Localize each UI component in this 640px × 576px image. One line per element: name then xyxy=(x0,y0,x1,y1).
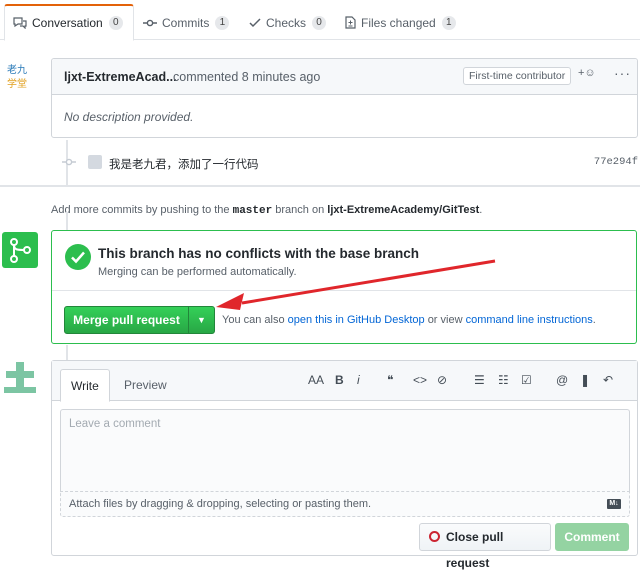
merge-alt-prefix: You can also xyxy=(222,314,285,326)
open-in-desktop-link[interactable]: open this in GitHub Desktop xyxy=(288,314,425,326)
author-avatar[interactable]: 老九 学堂 xyxy=(5,60,37,92)
issue-closed-icon xyxy=(429,531,440,542)
commit-author-avatar[interactable] xyxy=(88,155,102,169)
commit-icon xyxy=(143,19,157,26)
new-comment-editor: Write Preview AA B i ❝ <> ⊘ ☰ ☷ ☑ @ ❚ ↶ … xyxy=(51,360,638,570)
merge-alt-suffix: . xyxy=(592,314,596,326)
comment-button[interactable]: Comment xyxy=(555,523,629,551)
merge-alternatives: You can also open this in GitHub Desktop… xyxy=(222,314,596,326)
push-hint-prefix: Add more commits by pushing to the xyxy=(51,204,230,216)
current-user-avatar[interactable] xyxy=(2,360,38,396)
numbered-list-icon[interactable]: ☷ xyxy=(498,373,509,387)
tab-checks-label: Checks xyxy=(266,15,307,30)
timeline-divider xyxy=(0,185,640,187)
commit-sha[interactable]: 77e294f xyxy=(594,156,638,168)
close-pull-request-label: Close pull request xyxy=(446,530,504,570)
tab-conversation[interactable]: Conversation 0 xyxy=(4,4,134,41)
tab-commits-count: 1 xyxy=(215,15,230,30)
merge-pull-request-button[interactable]: Merge pull request ▼ xyxy=(64,306,215,334)
svg-text:学堂: 学堂 xyxy=(7,77,27,90)
commit-message[interactable]: 我是老九君，添加了一行代码 xyxy=(109,156,259,172)
merge-button-label[interactable]: Merge pull request xyxy=(65,307,189,333)
tab-conversation-count: 0 xyxy=(108,16,123,30)
italic-icon[interactable]: i xyxy=(357,373,360,387)
tab-commits-label: Commits xyxy=(162,15,210,30)
checks-icon xyxy=(249,17,261,27)
comment-body: No description provided. xyxy=(64,110,194,124)
conversation-icon xyxy=(13,17,27,29)
file-diff-icon xyxy=(345,16,356,29)
commit-icon xyxy=(62,158,76,166)
comment-textarea[interactable]: Leave a comment xyxy=(60,409,630,491)
commit-row: 我是老九君，添加了一行代码 77e294f xyxy=(60,152,640,174)
check-icon xyxy=(65,244,91,270)
tab-files-changed-count: 1 xyxy=(441,15,456,30)
attach-files-text: Attach files by dragging & dropping, sel… xyxy=(69,498,372,510)
tab-conversation-label: Conversation xyxy=(32,16,103,30)
branch-name: master xyxy=(232,205,273,217)
merge-alt-middle: or view xyxy=(427,314,463,326)
markdown-icon[interactable]: M↓ xyxy=(607,499,621,509)
bulleted-list-icon[interactable]: ☰ xyxy=(474,373,485,387)
attach-files-bar[interactable]: Attach files by dragging & dropping, sel… xyxy=(60,491,630,517)
push-hint-middle: branch on xyxy=(275,204,325,216)
first-time-contributor-badge: First-time contributor xyxy=(463,67,572,85)
tab-commits[interactable]: Commits 1 xyxy=(143,4,230,41)
more-options-icon[interactable]: ··· xyxy=(614,65,631,81)
mention-icon[interactable]: @ xyxy=(556,373,568,387)
annotation-arrow xyxy=(216,259,496,310)
code-icon[interactable]: <> xyxy=(413,373,427,387)
comment-header: ljxt-ExtremeAcad... commented 8 minutes … xyxy=(52,59,637,95)
link-icon[interactable]: ⊘ xyxy=(437,373,447,387)
bookmark-icon[interactable]: ❚ xyxy=(580,373,590,387)
tab-checks-count: 0 xyxy=(312,15,327,30)
quote-icon[interactable]: ❝ xyxy=(387,373,393,387)
reply-icon[interactable]: ↶ xyxy=(603,373,613,387)
close-pull-request-button[interactable]: Close pull request xyxy=(419,523,551,570)
editor-header: Write Preview AA B i ❝ <> ⊘ ☰ ☷ ☑ @ ❚ ↶ xyxy=(52,361,637,402)
tab-preview[interactable]: Preview xyxy=(114,369,177,402)
header-text-icon[interactable]: AA xyxy=(308,373,324,387)
bold-icon[interactable]: B xyxy=(335,373,344,387)
task-list-icon[interactable]: ☑ xyxy=(521,373,532,387)
tab-files-changed[interactable]: Files changed 1 xyxy=(345,4,456,41)
tab-write[interactable]: Write xyxy=(60,369,110,402)
pr-tab-bar: Conversation 0 Commits 1 Checks 0 Files … xyxy=(0,0,640,41)
svg-text:老九: 老九 xyxy=(7,63,27,76)
repo-name[interactable]: ljxt-ExtremeAcademy/GitTest xyxy=(327,204,479,216)
pr-description-comment: ljxt-ExtremeAcad... commented 8 minutes … xyxy=(51,58,638,138)
command-line-instructions-link[interactable]: command line instructions xyxy=(466,314,593,326)
tab-files-changed-label: Files changed xyxy=(361,15,436,30)
git-merge-icon xyxy=(2,232,38,268)
comment-timestamp[interactable]: commented 8 minutes ago xyxy=(173,70,320,84)
push-hint: Add more commits by pushing to the maste… xyxy=(51,204,482,217)
add-reaction-icon[interactable]: +☺ xyxy=(578,67,596,79)
tab-checks[interactable]: Checks 0 xyxy=(249,4,327,41)
push-hint-suffix: . xyxy=(479,204,483,216)
comment-author[interactable]: ljxt-ExtremeAcad... xyxy=(64,70,177,84)
